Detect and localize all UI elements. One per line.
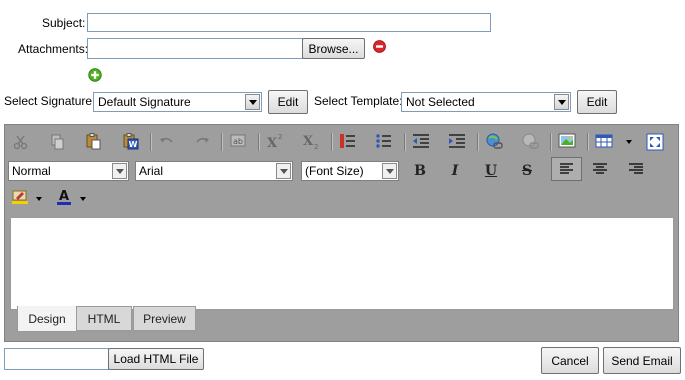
toolbar-separator [258,133,260,151]
chevron-down-icon [112,163,127,179]
toolbar-separator [221,133,223,151]
template-label: Select Template: [314,94,403,108]
tab-preview[interactable]: Preview [133,306,196,331]
table-dropdown-icon[interactable] [626,140,632,144]
chevron-down-icon [276,163,291,179]
toolbar-separator [477,133,479,151]
load-html-file-button[interactable]: Load HTML File [108,348,204,370]
italic-button[interactable]: I [444,160,466,182]
chevron-down-icon [554,94,569,110]
font-size-value: (Font Size) [305,164,364,178]
tab-design[interactable]: Design [17,306,77,332]
paragraph-format-value: Normal [12,164,51,178]
html-file-input[interactable] [4,348,109,370]
remove-link-icon[interactable] [521,132,539,150]
toolbar-separator [150,133,152,151]
toolbar-separator [331,133,333,151]
paste-word-icon[interactable]: W [121,132,139,150]
align-left-button[interactable] [551,157,582,181]
undo-icon[interactable] [158,133,176,151]
highlight-dropdown-icon[interactable] [36,197,42,201]
spellcheck-icon[interactable]: ab [229,133,247,151]
browse-button[interactable]: Browse... [302,38,365,59]
align-center-button[interactable] [588,160,612,180]
svg-text:A: A [59,189,69,204]
svg-text:2: 2 [278,133,282,141]
editor-content-area[interactable] [10,217,674,310]
svg-text:X: X [267,136,278,150]
indent-icon[interactable] [448,132,466,150]
highlight-color-icon[interactable] [11,188,29,206]
signature-select-value: Default Signature [98,95,191,109]
chevron-down-icon [245,94,260,110]
superscript-icon[interactable]: X2 [266,132,284,151]
template-select[interactable]: Not Selected [401,92,571,112]
font-name-value: Arial [139,164,164,178]
subscript-icon[interactable]: X2 [302,132,320,151]
ordered-list-icon[interactable] [339,132,357,150]
font-color-dropdown-icon[interactable] [80,197,86,201]
paste-icon[interactable] [84,132,102,150]
toolbar-separator [404,133,406,151]
signature-label: Select Signature: [4,94,96,108]
chevron-down-icon [382,163,397,179]
unordered-list-icon[interactable] [375,132,393,150]
attachment-file-input[interactable] [87,38,303,59]
subject-input[interactable] [87,13,491,32]
insert-table-icon[interactable] [595,132,613,150]
fullscreen-icon[interactable] [646,133,664,151]
insert-link-icon[interactable] [485,132,503,150]
signature-edit-button[interactable]: Edit [268,90,308,114]
underline-button[interactable]: U [480,160,502,182]
font-name-select[interactable]: Arial [135,161,293,181]
remove-attachment-icon[interactable] [373,40,386,53]
strikethrough-button[interactable]: S [516,160,538,182]
svg-text:X: X [303,134,314,149]
font-color-icon[interactable]: A [55,188,73,206]
bold-button[interactable]: B [409,160,431,182]
toolbar-separator [550,133,552,151]
svg-text:ab: ab [233,137,243,146]
template-edit-button[interactable]: Edit [577,90,617,114]
send-email-button[interactable]: Send Email [603,347,681,374]
cancel-button[interactable]: Cancel [541,347,599,374]
subject-label: Subject: [42,16,86,30]
toolbar-separator [587,133,589,151]
add-attachment-icon[interactable] [88,68,102,82]
outdent-icon[interactable] [412,132,430,150]
signature-select[interactable]: Default Signature [93,92,262,112]
svg-text:W: W [129,140,138,149]
cut-icon[interactable] [12,133,30,151]
align-right-button[interactable] [624,160,648,180]
font-size-select[interactable]: (Font Size) [301,161,399,181]
tab-html[interactable]: HTML [76,306,132,331]
svg-text:2: 2 [314,143,318,150]
paragraph-format-select[interactable]: Normal [8,161,129,181]
insert-image-icon[interactable] [558,132,576,150]
template-select-value: Not Selected [406,95,475,109]
redo-icon[interactable] [193,133,211,151]
attachments-label: Attachments: [18,42,89,56]
copy-icon[interactable] [48,133,66,151]
